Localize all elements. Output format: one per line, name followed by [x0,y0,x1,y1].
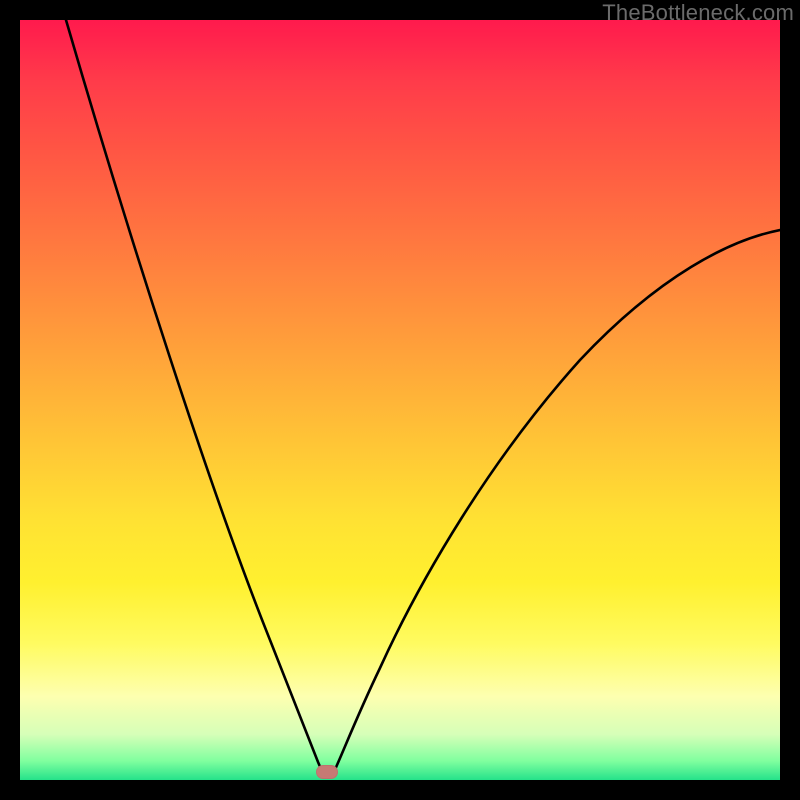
curve-left-branch [66,20,324,776]
watermark-text: TheBottleneck.com [602,0,794,26]
optimal-marker [316,765,338,779]
curve-right-branch [332,230,780,776]
plot-area [20,20,780,780]
bottleneck-curve [20,20,780,780]
chart-frame: TheBottleneck.com [0,0,800,800]
